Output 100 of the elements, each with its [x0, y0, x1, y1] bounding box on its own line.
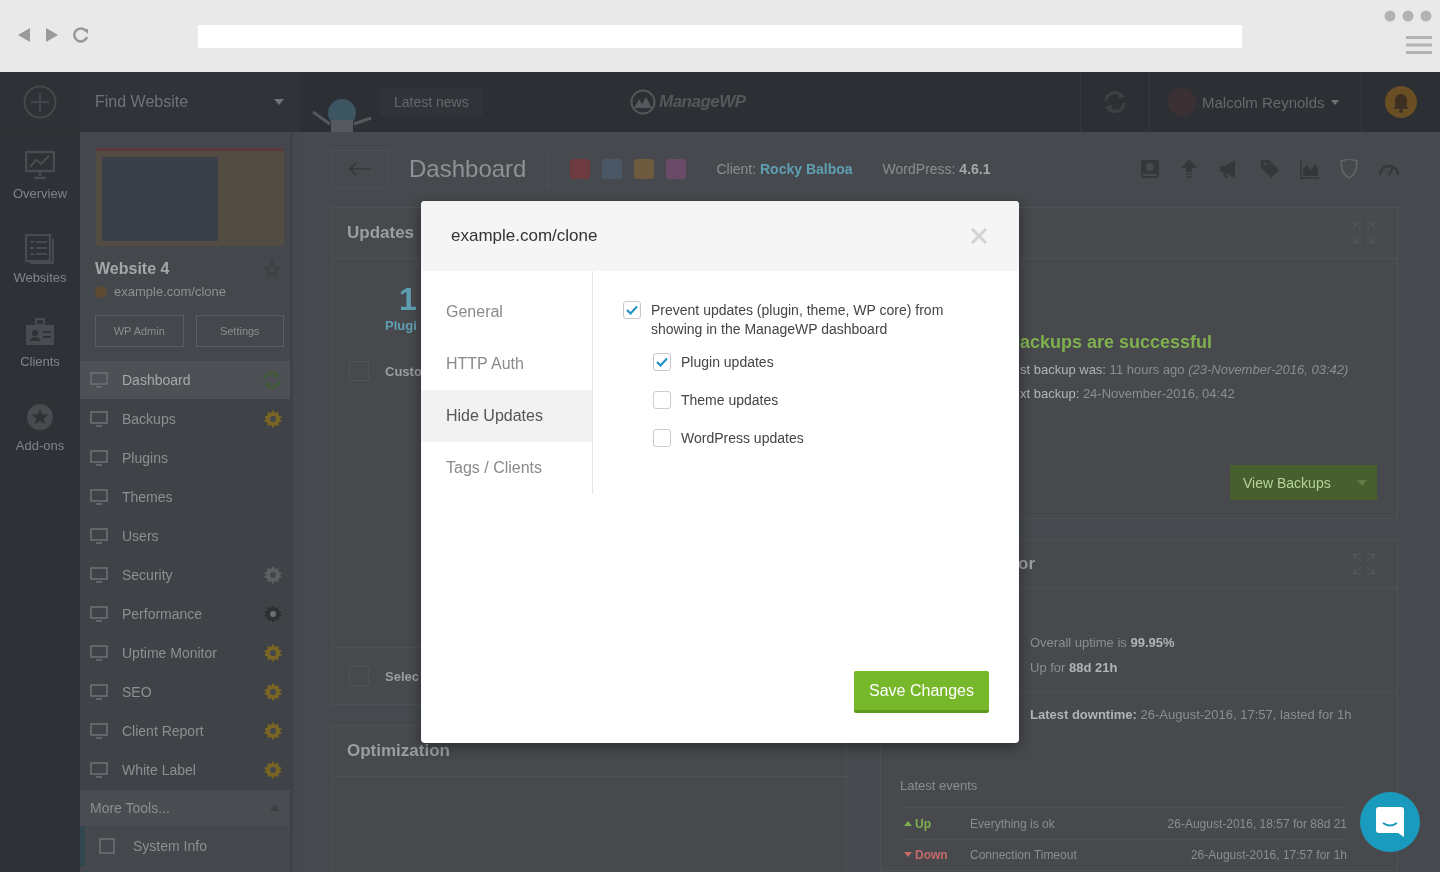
- menu-item-icon: [90, 684, 108, 700]
- events-title: Latest events: [899, 777, 979, 796]
- monitor-chart-icon[interactable]: [25, 149, 55, 180]
- caret-icon: [1357, 479, 1367, 486]
- settings-tab[interactable]: Hide Updates: [421, 390, 592, 442]
- gear-icon: [264, 644, 282, 662]
- event-message: Connection Timeout: [970, 847, 1078, 862]
- caret-icon: [274, 99, 284, 105]
- find-website-dropdown[interactable]: Find Website: [80, 72, 300, 132]
- update-count: 1: [399, 281, 417, 318]
- menu-item-icon: [90, 489, 108, 505]
- sidebar-menu-item[interactable]: Security: [80, 556, 290, 595]
- menu-item-icon: [90, 645, 108, 661]
- site-action-button[interactable]: WP Admin: [95, 315, 184, 347]
- sidebar-menu-item[interactable]: White Label: [80, 751, 290, 790]
- menu-item-icon: [90, 606, 108, 622]
- card-title: Updates: [347, 223, 415, 243]
- gear-icon: [264, 566, 282, 584]
- gear-icon: [264, 410, 282, 428]
- sidebar-menu-item[interactable]: Client Report: [80, 712, 290, 751]
- menu-item-icon: [99, 838, 115, 854]
- status-triangle-icon: [904, 821, 912, 827]
- client-info: Client: Rocky Balboa: [716, 161, 854, 177]
- rail-label[interactable]: Overview: [12, 185, 68, 201]
- menu-item-icon: [90, 450, 108, 466]
- caret-icon: [1330, 99, 1339, 105]
- gear-icon: [264, 683, 282, 701]
- sidebar-menu-item[interactable]: Themes: [80, 478, 290, 517]
- checkbox-label: Prevent updates (plugin, theme, WP core) from showing in the ManageWP dashboard: [651, 301, 945, 339]
- overall-uptime-text: Overall uptime is 99.95%: [1030, 634, 1176, 653]
- save-changes-button[interactable]: Save Changes: [854, 671, 989, 713]
- sidebar-menu-item[interactable]: SEO: [80, 673, 290, 712]
- rail-label[interactable]: Add-ons: [15, 437, 65, 453]
- dialog-title: example.com/clone: [451, 226, 598, 246]
- last-backup-text: st backup was: 11 hours ago (23-November-2016, 03:42): [1020, 362, 1350, 377]
- checkbox-label: Custo: [385, 363, 422, 379]
- logo-icon: [630, 89, 656, 115]
- sidebar-menu-item[interactable]: Plugins: [80, 439, 290, 478]
- site-action-button[interactable]: Settings: [195, 315, 284, 347]
- menu-item-icon: [90, 762, 108, 778]
- menu-item-icon: [90, 567, 108, 583]
- more-tools-toggle[interactable]: More Tools...: [80, 790, 290, 826]
- gear-icon: [264, 722, 282, 740]
- website-name: Website 4: [95, 260, 170, 278]
- rail-label[interactable]: Websites: [13, 269, 67, 285]
- checkbox-label: Theme updates: [681, 391, 779, 410]
- back-button[interactable]: [332, 150, 388, 188]
- event-time: 26-August-2016, 18:57 for 88d 21: [1167, 816, 1348, 831]
- chat-bubble-icon: [1375, 806, 1405, 838]
- status-triangle-icon: [904, 852, 912, 858]
- card-title: or: [1018, 553, 1035, 574]
- list-icon[interactable]: [25, 233, 55, 264]
- menu-item-icon: [90, 723, 108, 739]
- website-url[interactable]: example.com/clone: [114, 284, 226, 299]
- view-backups-button[interactable]: View Backups: [1230, 465, 1377, 500]
- reload-icon[interactable]: [73, 27, 89, 43]
- update-count-label: Plugi: [385, 318, 417, 333]
- sidebar-menu-item[interactable]: Performance: [80, 595, 290, 634]
- up-for-text: Up for 88d 21h: [1030, 659, 1119, 678]
- page-title: Dashboard: [388, 150, 550, 188]
- back-icon[interactable]: [17, 27, 31, 43]
- wordpress-version: WordPress: 4.6.1: [882, 161, 992, 177]
- menu-item-icon: [90, 411, 108, 427]
- latest-downtime-text: Latest downtime: 26-August-2016, 17:57, lasted for 1h: [1030, 706, 1353, 725]
- sync-icon: [262, 371, 282, 389]
- chat-button[interactable]: [1360, 792, 1420, 852]
- gear-icon: [264, 605, 282, 623]
- bell-icon[interactable]: [1383, 85, 1418, 119]
- menu-item-icon: [90, 528, 108, 544]
- event-time: 26-August-2016, 17:57 for 1h: [1190, 847, 1348, 862]
- more-icon[interactable]: [1384, 10, 1432, 22]
- tag-swatch[interactable]: [634, 159, 655, 179]
- checkbox-label: WordPress updates: [681, 429, 804, 448]
- robot-mascot-drawing: [312, 98, 372, 132]
- card-title: Optimization: [347, 741, 450, 761]
- forward-icon[interactable]: [45, 27, 59, 43]
- star-badge-icon[interactable]: [25, 401, 55, 432]
- sidebar-menu-item[interactable]: Uptime Monitor: [80, 634, 290, 673]
- close-icon[interactable]: [971, 228, 987, 244]
- event-status: Up: [915, 816, 931, 831]
- settings-tab[interactable]: Tags / Clients: [421, 442, 592, 494]
- settings-tab[interactable]: HTTP Auth: [421, 338, 592, 390]
- sidebar-menu-item[interactable]: Backups: [80, 400, 290, 439]
- tag-swatch[interactable]: [602, 159, 623, 179]
- sidebar-menu-item[interactable]: Dashboard: [80, 361, 290, 400]
- tag-swatch[interactable]: [666, 159, 687, 179]
- menu-item-icon: [90, 372, 108, 388]
- checkbox-label: Selec: [385, 668, 419, 684]
- id-badge-icon[interactable]: [25, 317, 55, 348]
- next-backup-text: xt backup: 24-November-2016, 04:42: [1020, 386, 1236, 401]
- tag-swatch[interactable]: [570, 159, 591, 179]
- rail-label[interactable]: Clients: [20, 353, 60, 369]
- shield-icon[interactable]: [1340, 159, 1358, 179]
- gear-icon: [264, 761, 282, 779]
- menu-icon[interactable]: [1406, 36, 1432, 54]
- backup-status: ackups are successful: [1020, 332, 1214, 353]
- user-menu[interactable]: Malcolm Reynolds: [1150, 72, 1362, 132]
- sidebar-menu-item[interactable]: Users: [80, 517, 290, 556]
- checkbox-label: Plugin updates: [681, 353, 774, 372]
- settings-tab[interactable]: General: [421, 286, 592, 338]
